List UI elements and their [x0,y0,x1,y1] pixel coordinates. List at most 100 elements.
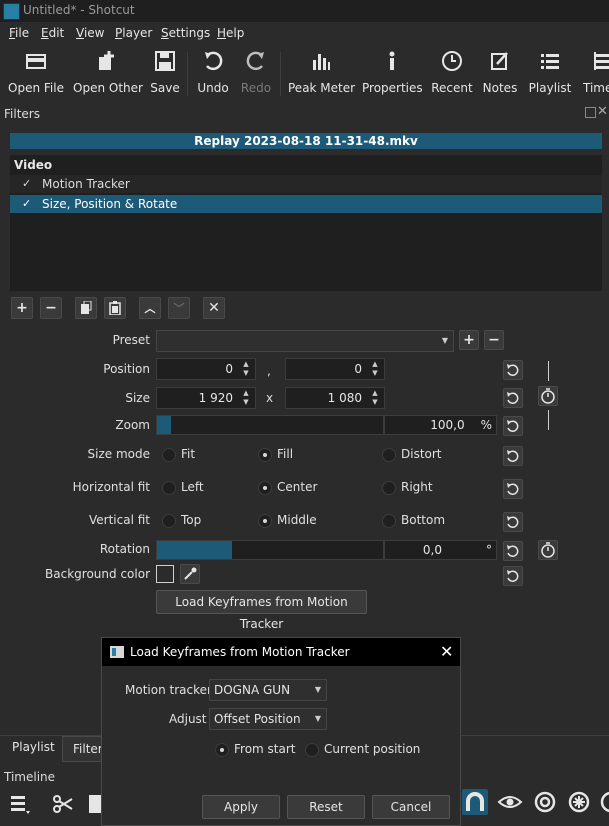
size-height-spinbox[interactable]: 1 080 ▲ ▼ [285,387,385,409]
adjust-combo[interactable]: Offset Position ▼ [209,708,327,730]
reset-size-mode-button[interactable] [503,446,523,466]
hfit-left-label: Left [181,480,204,494]
size-width-spinbox[interactable]: 1 920 ▲ ▼ [156,387,256,409]
open-other-button[interactable]: Open Other [72,44,144,102]
reset-horizontal-fit-button[interactable] [503,479,523,499]
hfit-right-label: Right [401,480,433,494]
reset-background-color-button[interactable] [503,566,523,586]
reset-zoom-button[interactable] [503,416,523,436]
remove-filter-button[interactable]: − [40,297,62,319]
zoom-value-field[interactable]: 100,0% [384,415,497,435]
color-picker-button[interactable] [180,564,200,584]
filter-enabled-checkbox[interactable]: ✓ [22,175,31,193]
vfit-middle-radio[interactable] [258,514,272,528]
notes-button[interactable]: Notes [480,44,520,102]
peak-meter-button[interactable]: Peak Meter [288,44,355,102]
position-size-keyframes-button[interactable] [538,386,558,406]
vfit-bottom-radio[interactable] [382,514,396,528]
timeline-icon [594,52,609,70]
ripple-markers-button[interactable] [599,790,609,814]
reset-button[interactable]: Reset [287,795,365,819]
hfit-center-radio[interactable] [258,481,272,495]
tab-playlist[interactable]: Playlist [12,735,55,759]
ripple-button[interactable] [533,790,557,814]
vertical-fit-label: Vertical fit [89,513,150,527]
add-filter-button[interactable]: + [11,297,33,319]
filter-list[interactable]: Video ✓ Motion Tracker ✓ Size, Position … [10,155,602,291]
size-separator: x [266,391,274,405]
playlist-button[interactable]: Playlist [528,44,572,102]
copy-filter-button[interactable] [75,297,97,319]
rotation-value-field[interactable]: 0,0 ° [384,540,497,560]
spin-arrows-icon[interactable]: ▲ ▼ [239,389,253,407]
filter-enabled-checkbox[interactable]: ✓ [22,195,31,213]
ripple-all-tracks-button[interactable] [567,790,591,814]
hfit-left-radio[interactable] [162,481,176,495]
open-file-button[interactable]: Open File [6,44,66,102]
position-x-spinbox[interactable]: 0 ▲ ▼ [156,358,256,380]
menu-edit[interactable]: Edit [41,26,64,40]
copy-button[interactable] [88,793,102,815]
move-filter-down-button[interactable]: ﹀ [168,297,190,319]
dialog-title: Load Keyframes from Motion Tracker [130,645,350,659]
dialog-close-icon[interactable]: ✕ [440,642,453,661]
save-preset-button[interactable]: + [459,330,479,350]
delete-preset-button[interactable]: − [484,330,504,350]
menu-help[interactable]: Help [217,26,244,40]
current-position-radio[interactable] [305,743,319,757]
filter-item-motion-tracker[interactable]: ✓ Motion Tracker [10,175,602,193]
reset-position-button[interactable] [503,360,523,380]
background-color-label: Background color [45,567,150,581]
spin-arrows-icon[interactable]: ▲ ▼ [239,360,253,378]
menu-player[interactable]: Player [115,26,152,40]
undo-button[interactable]: Undo [196,44,230,102]
zoom-slider[interactable] [156,415,384,435]
filter-item-size-position-rotate[interactable]: ✓ Size, Position & Rotate [10,195,602,213]
filter-item-label: Motion Tracker [42,177,130,191]
vfit-top-radio[interactable] [162,514,176,528]
reset-size-button[interactable] [503,388,523,408]
cut-button[interactable] [52,793,74,815]
reset-icon [507,545,519,557]
size-mode-fit-radio[interactable] [162,448,176,462]
timeline-button[interactable]: Time [581,44,609,102]
position-y-spinbox[interactable]: 0 ▲ ▼ [285,358,385,380]
menu-view[interactable]: View [76,26,104,40]
zoom-label: Zoom [115,418,150,432]
reset-rotation-button[interactable] [503,541,523,561]
reset-vertical-fit-button[interactable] [503,512,523,532]
spin-arrows-icon[interactable]: ▲ ▼ [368,389,382,407]
load-keyframes-button[interactable]: Load Keyframes from Motion Tracker [156,590,367,631]
properties-button[interactable]: Properties [362,44,423,102]
size-mode-fill-radio[interactable] [258,448,272,462]
redo-button[interactable]: Redo [240,44,272,102]
rotation-keyframes-button[interactable] [538,540,558,560]
save-button[interactable]: Save [150,44,180,102]
recent-button[interactable]: Recent [430,44,474,102]
spin-arrows-icon[interactable]: ▲ ▼ [368,360,382,378]
paste-filter-button[interactable] [104,297,126,319]
move-filter-up-button[interactable]: ︿ [139,297,161,319]
app-icon [3,3,20,20]
snap-button[interactable] [462,789,488,815]
background-color-swatch[interactable] [156,565,174,583]
cancel-button[interactable]: Cancel [372,795,450,819]
preset-combo[interactable]: ▼ [156,330,454,352]
hfit-center-label: Center [277,480,318,494]
timeline-menu-button[interactable] [10,793,34,814]
from-start-radio[interactable] [215,743,229,757]
motion-tracker-combo[interactable]: DOGNA GUN ▼ [209,679,327,701]
scrub-button[interactable] [497,791,523,813]
apply-button[interactable]: Apply [202,795,280,819]
menu-settings[interactable]: Settings [161,26,210,40]
size-mode-distort-radio[interactable] [382,448,396,462]
close-icon[interactable]: ✕ [597,104,608,119]
float-icon[interactable] [585,107,596,118]
menu-file[interactable]: File [9,26,29,40]
deselect-filter-button[interactable]: ✕ [203,297,225,319]
rotation-slider[interactable] [156,540,384,560]
copy-icon [89,795,102,813]
reset-icon [507,483,519,495]
filter-item-label: Size, Position & Rotate [42,197,178,211]
hfit-right-radio[interactable] [382,481,396,495]
